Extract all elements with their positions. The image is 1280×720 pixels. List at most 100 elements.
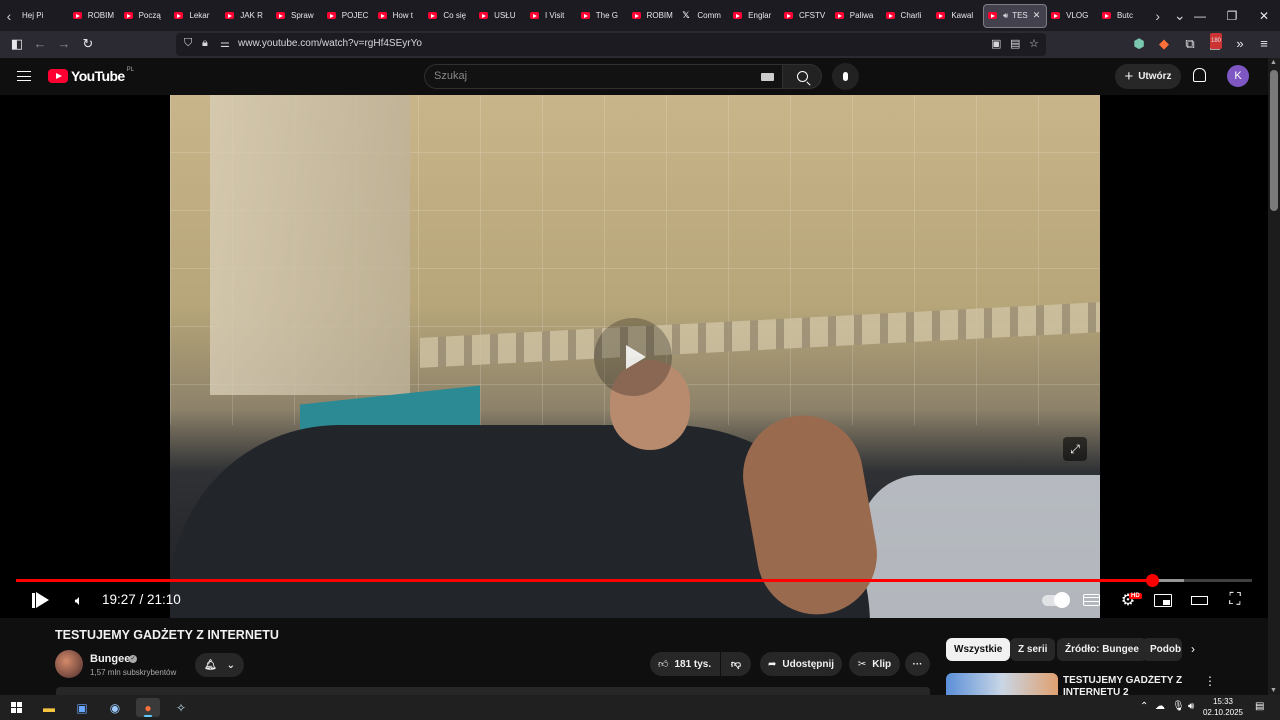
overflow-chevron-icon[interactable]: »	[1232, 36, 1248, 52]
taskbar-clock[interactable]: 15:33 02.10.2025	[1199, 696, 1247, 718]
chip-from-series[interactable]: Z serii	[1010, 638, 1056, 661]
video-player[interactable]: ⤢ 🔈︎ 19:27 / 21:10 ⚙ HD ⛶	[0, 95, 1268, 618]
recommendation-menu-icon[interactable]: ⋮	[1204, 674, 1216, 688]
reload-icon[interactable]: ↻	[80, 36, 96, 52]
browser-tab[interactable]: Hej Pi	[18, 4, 69, 28]
create-button[interactable]: + Utwórz	[1115, 64, 1181, 89]
onedrive-icon[interactable]: ☁	[1155, 701, 1165, 712]
browser-tab[interactable]: ROBIM	[69, 4, 120, 28]
browser-tab-active[interactable]: 🔊︎ TES ✕	[983, 3, 1048, 28]
start-button[interactable]	[4, 698, 28, 717]
browser-tab[interactable]: I Visit	[526, 4, 577, 28]
volume-tray-icon[interactable]: 🔊︎	[1188, 701, 1194, 712]
browser-tab[interactable]: Począ	[120, 4, 171, 28]
clip-button[interactable]: ✂ Klip	[849, 652, 900, 676]
remote-desktop-icon[interactable]: ▣	[70, 698, 94, 717]
app-icon[interactable]: ✧	[169, 698, 193, 717]
guide-menu-icon[interactable]	[17, 71, 31, 81]
picture-in-picture-icon[interactable]: ▣	[991, 37, 1001, 50]
more-actions-button[interactable]: ···	[905, 652, 930, 676]
tracking-shield-icon[interactable]: ⛉	[184, 37, 192, 50]
forward-icon[interactable]: →	[56, 36, 72, 52]
file-explorer-icon[interactable]: ▬	[37, 698, 61, 717]
browser-tab[interactable]: Paliwa	[831, 4, 882, 28]
voice-search-button[interactable]	[832, 63, 859, 90]
browser-tab[interactable]: 𝕏 Comm	[678, 4, 729, 28]
close-window-icon[interactable]: ✕	[1248, 0, 1280, 31]
scroll-down-icon[interactable]: ▼	[1270, 687, 1277, 694]
play-pause-button[interactable]	[31, 590, 49, 610]
browser-tab[interactable]: Lekar	[170, 4, 221, 28]
browser-tab[interactable]: JAK R	[221, 4, 272, 28]
autoplay-toggle[interactable]	[1040, 590, 1070, 610]
center-play-icon[interactable]	[594, 318, 672, 396]
dislike-button[interactable]: 👎︎	[721, 652, 751, 676]
browser-tab[interactable]: Co się	[424, 4, 475, 28]
maximize-icon[interactable]: ❐	[1216, 0, 1248, 31]
reader-view-icon[interactable]: ▤	[1010, 37, 1020, 50]
like-button[interactable]: 👍︎ 181 tys.	[650, 652, 720, 676]
steam-icon[interactable]: ◉	[103, 698, 127, 717]
chip-all[interactable]: Wszystkie	[946, 638, 1011, 661]
firefox-icon[interactable]: ●	[136, 698, 160, 717]
url-text[interactable]: www.youtube.com/watch?v=rgHf4SEyrYo	[238, 38, 422, 49]
search-input[interactable]: Szukaj	[424, 64, 782, 89]
browser-tab[interactable]: CFSTV	[780, 4, 831, 28]
browser-tab[interactable]: VLOG	[1047, 4, 1098, 28]
firefox-extension-icon[interactable]: ◆	[1156, 36, 1172, 52]
browser-tab[interactable]: USŁU	[475, 4, 526, 28]
tab-audio-icon[interactable]: 🔊︎	[1003, 11, 1008, 21]
scrubber-handle[interactable]	[1145, 574, 1159, 587]
channel-name[interactable]: Bungee	[90, 653, 130, 665]
browser-tab[interactable]: ROBIM	[628, 4, 679, 28]
bookmark-star-icon[interactable]: ☆	[1029, 37, 1039, 50]
search-button[interactable]	[782, 64, 822, 89]
progress-bar[interactable]	[16, 574, 1252, 587]
back-icon[interactable]: ←	[32, 36, 48, 52]
scrollbar-thumb[interactable]	[1270, 70, 1278, 211]
browser-tab[interactable]: The G	[577, 4, 628, 28]
volume-icon[interactable]: 🔈︎	[71, 590, 87, 610]
permissions-icon[interactable]: ⚌	[220, 37, 230, 50]
tab-close-icon[interactable]: ✕	[1033, 10, 1041, 21]
tab-scroll-left-icon[interactable]: ‹	[0, 0, 18, 31]
youtube-logo[interactable]: YouTube PL	[48, 67, 134, 84]
ublock-extension-icon[interactable]: 180▦	[1207, 33, 1223, 52]
subtitles-button[interactable]	[1082, 590, 1100, 610]
chips-next-icon[interactable]: ›	[1191, 642, 1195, 656]
expand-miniplayer-icon[interactable]: ⤢	[1063, 437, 1087, 461]
extensions-puzzle-icon[interactable]: ⧉	[1182, 36, 1198, 52]
minimize-icon[interactable]: —	[1184, 0, 1216, 31]
subscription-bell-button[interactable]: 🔔︎ ⌄	[195, 653, 244, 677]
recommendation-title[interactable]: TESTUJEMY GADŻETY Z INTERNETU 2	[1063, 675, 1193, 695]
browser-tab[interactable]: Kawal	[932, 4, 983, 28]
browser-tab[interactable]: How t	[374, 4, 425, 28]
browser-tab[interactable]: Englar	[729, 4, 780, 28]
notifications-bell-icon[interactable]	[1193, 68, 1206, 82]
account-avatar[interactable]: K	[1227, 65, 1249, 87]
app-menu-icon[interactable]: ≡	[1256, 36, 1272, 52]
sidebar-toggle-icon[interactable]: ◧	[9, 36, 25, 52]
scroll-up-icon[interactable]: ▲	[1270, 59, 1277, 66]
video-frame[interactable]	[170, 95, 1100, 618]
theater-mode-button[interactable]	[1189, 590, 1209, 610]
notifications-tray-icon[interactable]: ▤	[1255, 701, 1264, 712]
tray-overflow-icon[interactable]: ⌃	[1140, 701, 1148, 712]
browser-tab[interactable]: Butc	[1098, 4, 1149, 28]
chip-from-source[interactable]: Źródło: Bungee	[1057, 638, 1147, 661]
address-bar[interactable]: ⛉ 🔒︎ ⚌ www.youtube.com/watch?v=rgHf4SEyr…	[176, 33, 1046, 56]
tab-scroll-right-icon[interactable]: ›	[1149, 0, 1167, 31]
keyboard-icon[interactable]	[761, 73, 774, 81]
lock-icon[interactable]: 🔒︎	[202, 37, 208, 50]
share-button[interactable]: ➦ Udostępnij	[760, 652, 842, 676]
miniplayer-button[interactable]	[1153, 590, 1173, 610]
browser-tab[interactable]: Charli	[882, 4, 933, 28]
fullscreen-icon[interactable]: ⛶	[1226, 590, 1244, 610]
vpn-extension-icon[interactable]: ⬢	[1131, 36, 1147, 52]
chip-related[interactable]: Podob	[1142, 638, 1182, 661]
browser-tab[interactable]: POJEC	[323, 4, 374, 28]
channel-avatar[interactable]	[55, 650, 83, 678]
page-scrollbar[interactable]: ▲ ▼	[1268, 58, 1280, 695]
microphone-tray-icon[interactable]: 🎙︎	[1172, 701, 1185, 712]
browser-tab[interactable]: Spraw	[272, 4, 323, 28]
